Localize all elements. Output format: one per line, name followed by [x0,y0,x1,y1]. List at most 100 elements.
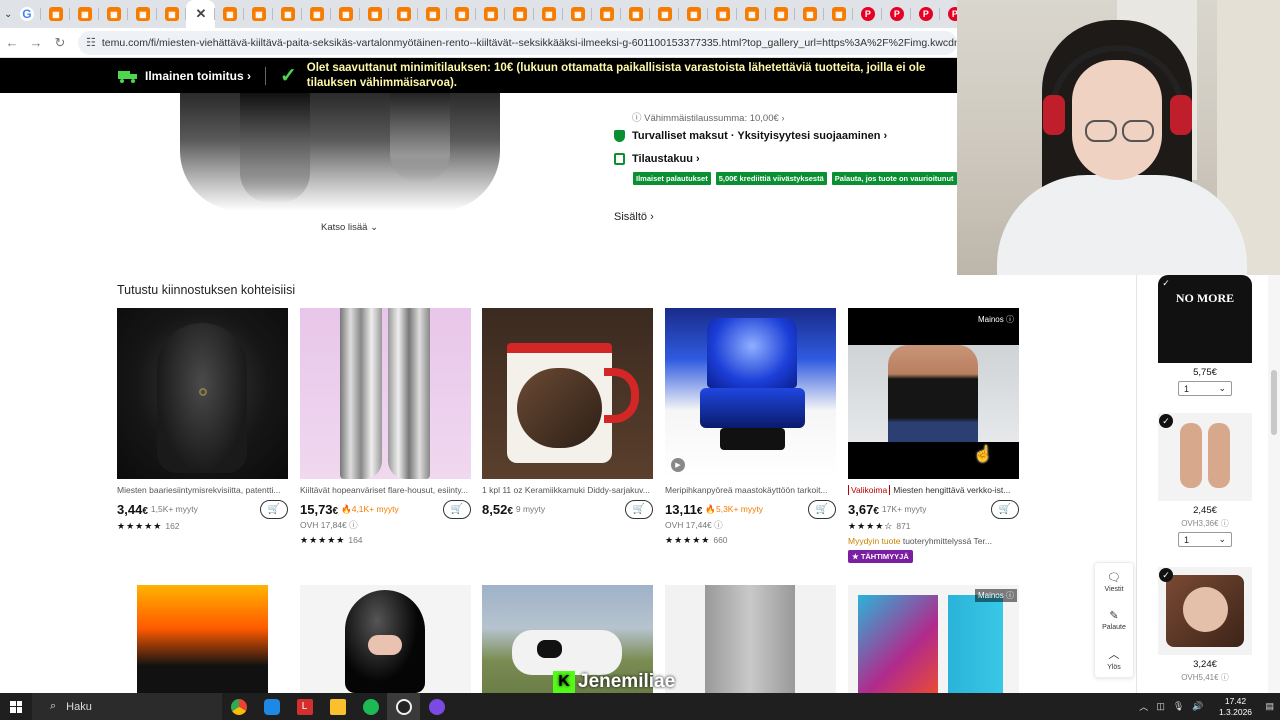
product-image[interactable]: ▶ [665,308,836,479]
scrollbar-thumb[interactable] [1271,370,1277,435]
browser-tab[interactable]: P [882,0,912,28]
see-more-link[interactable]: Katso lisää ⌄ [321,222,378,233]
browser-tab[interactable]: ▦ [273,0,303,28]
browser-tab[interactable]: ▦ [41,0,71,28]
product-image[interactable] [300,585,471,693]
browser-tab[interactable]: ▦ [650,0,680,28]
product-card[interactable] [117,585,288,693]
product-card[interactable] [665,585,836,693]
selected-check-icon[interactable]: ✓ [1159,414,1173,428]
product-image[interactable]: Mainos ⓘ [848,585,1019,693]
feedback-button[interactable]: ✎ Palaute [1095,601,1133,639]
browser-tab[interactable]: P [911,0,941,28]
add-to-cart-button[interactable]: 🛒 [443,499,471,519]
clock[interactable]: 17.42 1.3.2026 [1211,696,1259,718]
browser-tab[interactable]: ▦ [215,0,245,28]
chevron-up-icon[interactable]: ︿ [1139,700,1148,713]
browser-tab[interactable]: ▦ [824,0,854,28]
tab-search-menu[interactable]: ⌄ [4,0,12,28]
quantity-select[interactable]: 1 ⌄ [1178,532,1232,547]
browser-tab[interactable]: ▦ [737,0,767,28]
product-card-ad[interactable]: Mainos ⓘ [848,585,1019,693]
cart-item-image[interactable]: ✓ NO MORE [1158,275,1252,363]
browser-tab[interactable]: ▦ [302,0,332,28]
product-image[interactable] [117,308,288,479]
product-image[interactable]: Mainos ⓘ [848,308,1019,479]
product-image[interactable] [300,308,471,479]
obs-icon[interactable] [387,693,420,720]
selected-check-icon[interactable]: ✓ [1159,568,1173,582]
notifications-icon[interactable]: ▤ [1265,701,1274,712]
browser-tab[interactable]: ▦ [621,0,651,28]
contents-link[interactable]: Sisältö › [614,211,654,223]
browser-tab[interactable]: ▦ [389,0,419,28]
browser-tab[interactable]: ▦ [708,0,738,28]
chrome-taskbar-icon[interactable] [222,693,255,720]
browser-tab[interactable]: ▦ [766,0,796,28]
free-shipping-link[interactable]: Ilmainen toimitus › [145,69,251,83]
product-title[interactable]: 1 kpl 11 oz Keramiikkamuki Diddy-sarjaku… [482,485,653,495]
product-card[interactable]: 1 kpl 11 oz Keramiikkamuki Diddy-sarjaku… [482,308,653,519]
file-explorer-icon[interactable] [321,693,354,720]
tab-active[interactable]: ✕ [186,0,216,28]
browser-tab[interactable]: ▦ [534,0,564,28]
cart-item[interactable]: ✓ NO MORE 5,75€ 1 ⌄ [1158,275,1252,396]
messages-button[interactable]: 🗨 Viestit [1095,563,1133,601]
browser-tab[interactable]: ▦ [70,0,100,28]
browser-tab[interactable]: ▦ [418,0,448,28]
product-card[interactable] [300,585,471,693]
browser-tab[interactable]: ▦ [505,0,535,28]
browser-tab[interactable]: ▦ [157,0,187,28]
start-button[interactable] [0,693,32,720]
page-scrollbar[interactable] [1268,275,1280,693]
quantity-select[interactable]: 1 ⌄ [1178,381,1232,396]
add-to-cart-button[interactable]: 🛒 [991,499,1019,519]
browser-tab[interactable]: ▦ [447,0,477,28]
browser-tab[interactable]: ▦ [476,0,506,28]
browser-tab[interactable]: ▦ [244,0,274,28]
selected-check-icon[interactable]: ✓ [1159,276,1173,290]
site-info-icon[interactable]: ☷ [86,36,96,49]
product-image[interactable] [482,308,653,479]
product-title[interactable]: Meripihkanpyöreä maastokäyttöön tarkoit.… [665,485,836,495]
product-title[interactable]: Kiiltävät hopeanväriset flare-housut, es… [300,485,471,495]
mic-icon[interactable]: 🎙 [1173,701,1184,712]
product-image[interactable] [665,585,836,693]
browser-tab[interactable]: P [853,0,883,28]
close-tab-icon[interactable]: ✕ [194,6,208,21]
taskbar-search[interactable]: ⌕ Haku [32,693,222,720]
reload-button[interactable]: ↻ [48,31,72,55]
browser-tab[interactable]: P [940,0,957,28]
browser-tab[interactable]: ▦ [331,0,361,28]
product-image[interactable] [117,585,288,693]
url-field[interactable]: ☷ temu.com/fi/miesten-viehättävä-kiiltäv… [78,30,957,55]
back-button[interactable]: ← [0,31,24,55]
product-main-image[interactable] [180,93,500,211]
network-icon[interactable]: ◫ [1156,701,1165,712]
browser-tab[interactable]: ▦ [795,0,825,28]
add-to-cart-button[interactable]: 🛒 [625,499,653,519]
product-card[interactable]: ▶ Meripihkanpyöreä maastokäyttöön tarkoi… [665,308,836,546]
app-taskbar-icon[interactable] [420,693,453,720]
browser-tab[interactable]: ▦ [128,0,158,28]
browser-tab[interactable]: ▦ [592,0,622,28]
add-to-cart-button[interactable]: 🛒 [808,499,836,519]
app-taskbar-icon[interactable] [255,693,288,720]
play-video-icon[interactable]: ▶ [671,458,685,472]
product-card[interactable]: Miesten baariesiintymisrekvisiitta, pate… [117,308,288,532]
scroll-top-button[interactable]: ︿ Ylös [1095,639,1133,677]
product-card[interactable]: Kiiltävät hopeanväriset flare-housut, es… [300,308,471,546]
secure-payments-link[interactable]: Turvalliset maksut · Yksityisyytesi suoj… [614,130,887,142]
browser-tab[interactable]: ▦ [679,0,709,28]
order-guarantee-link[interactable]: Tilaustakuu › [614,153,700,165]
browser-tab[interactable]: ▦ [99,0,129,28]
volume-icon[interactable]: 🔊 [1192,701,1203,712]
cart-item-image[interactable]: ✓ [1158,413,1252,501]
app-taskbar-icon[interactable]: L [288,693,321,720]
browser-tab[interactable]: ▦ [563,0,593,28]
product-card-ad[interactable]: Mainos ⓘ Valikoima Miesten hengittävä ver… [848,308,1019,564]
spotify-icon[interactable] [354,693,387,720]
browser-tab[interactable]: ▦ [360,0,390,28]
forward-button[interactable]: → [24,31,48,55]
min-order-sum[interactable]: ⓘ Vähimmäistilaussumma: 10,00€ › [632,110,785,124]
